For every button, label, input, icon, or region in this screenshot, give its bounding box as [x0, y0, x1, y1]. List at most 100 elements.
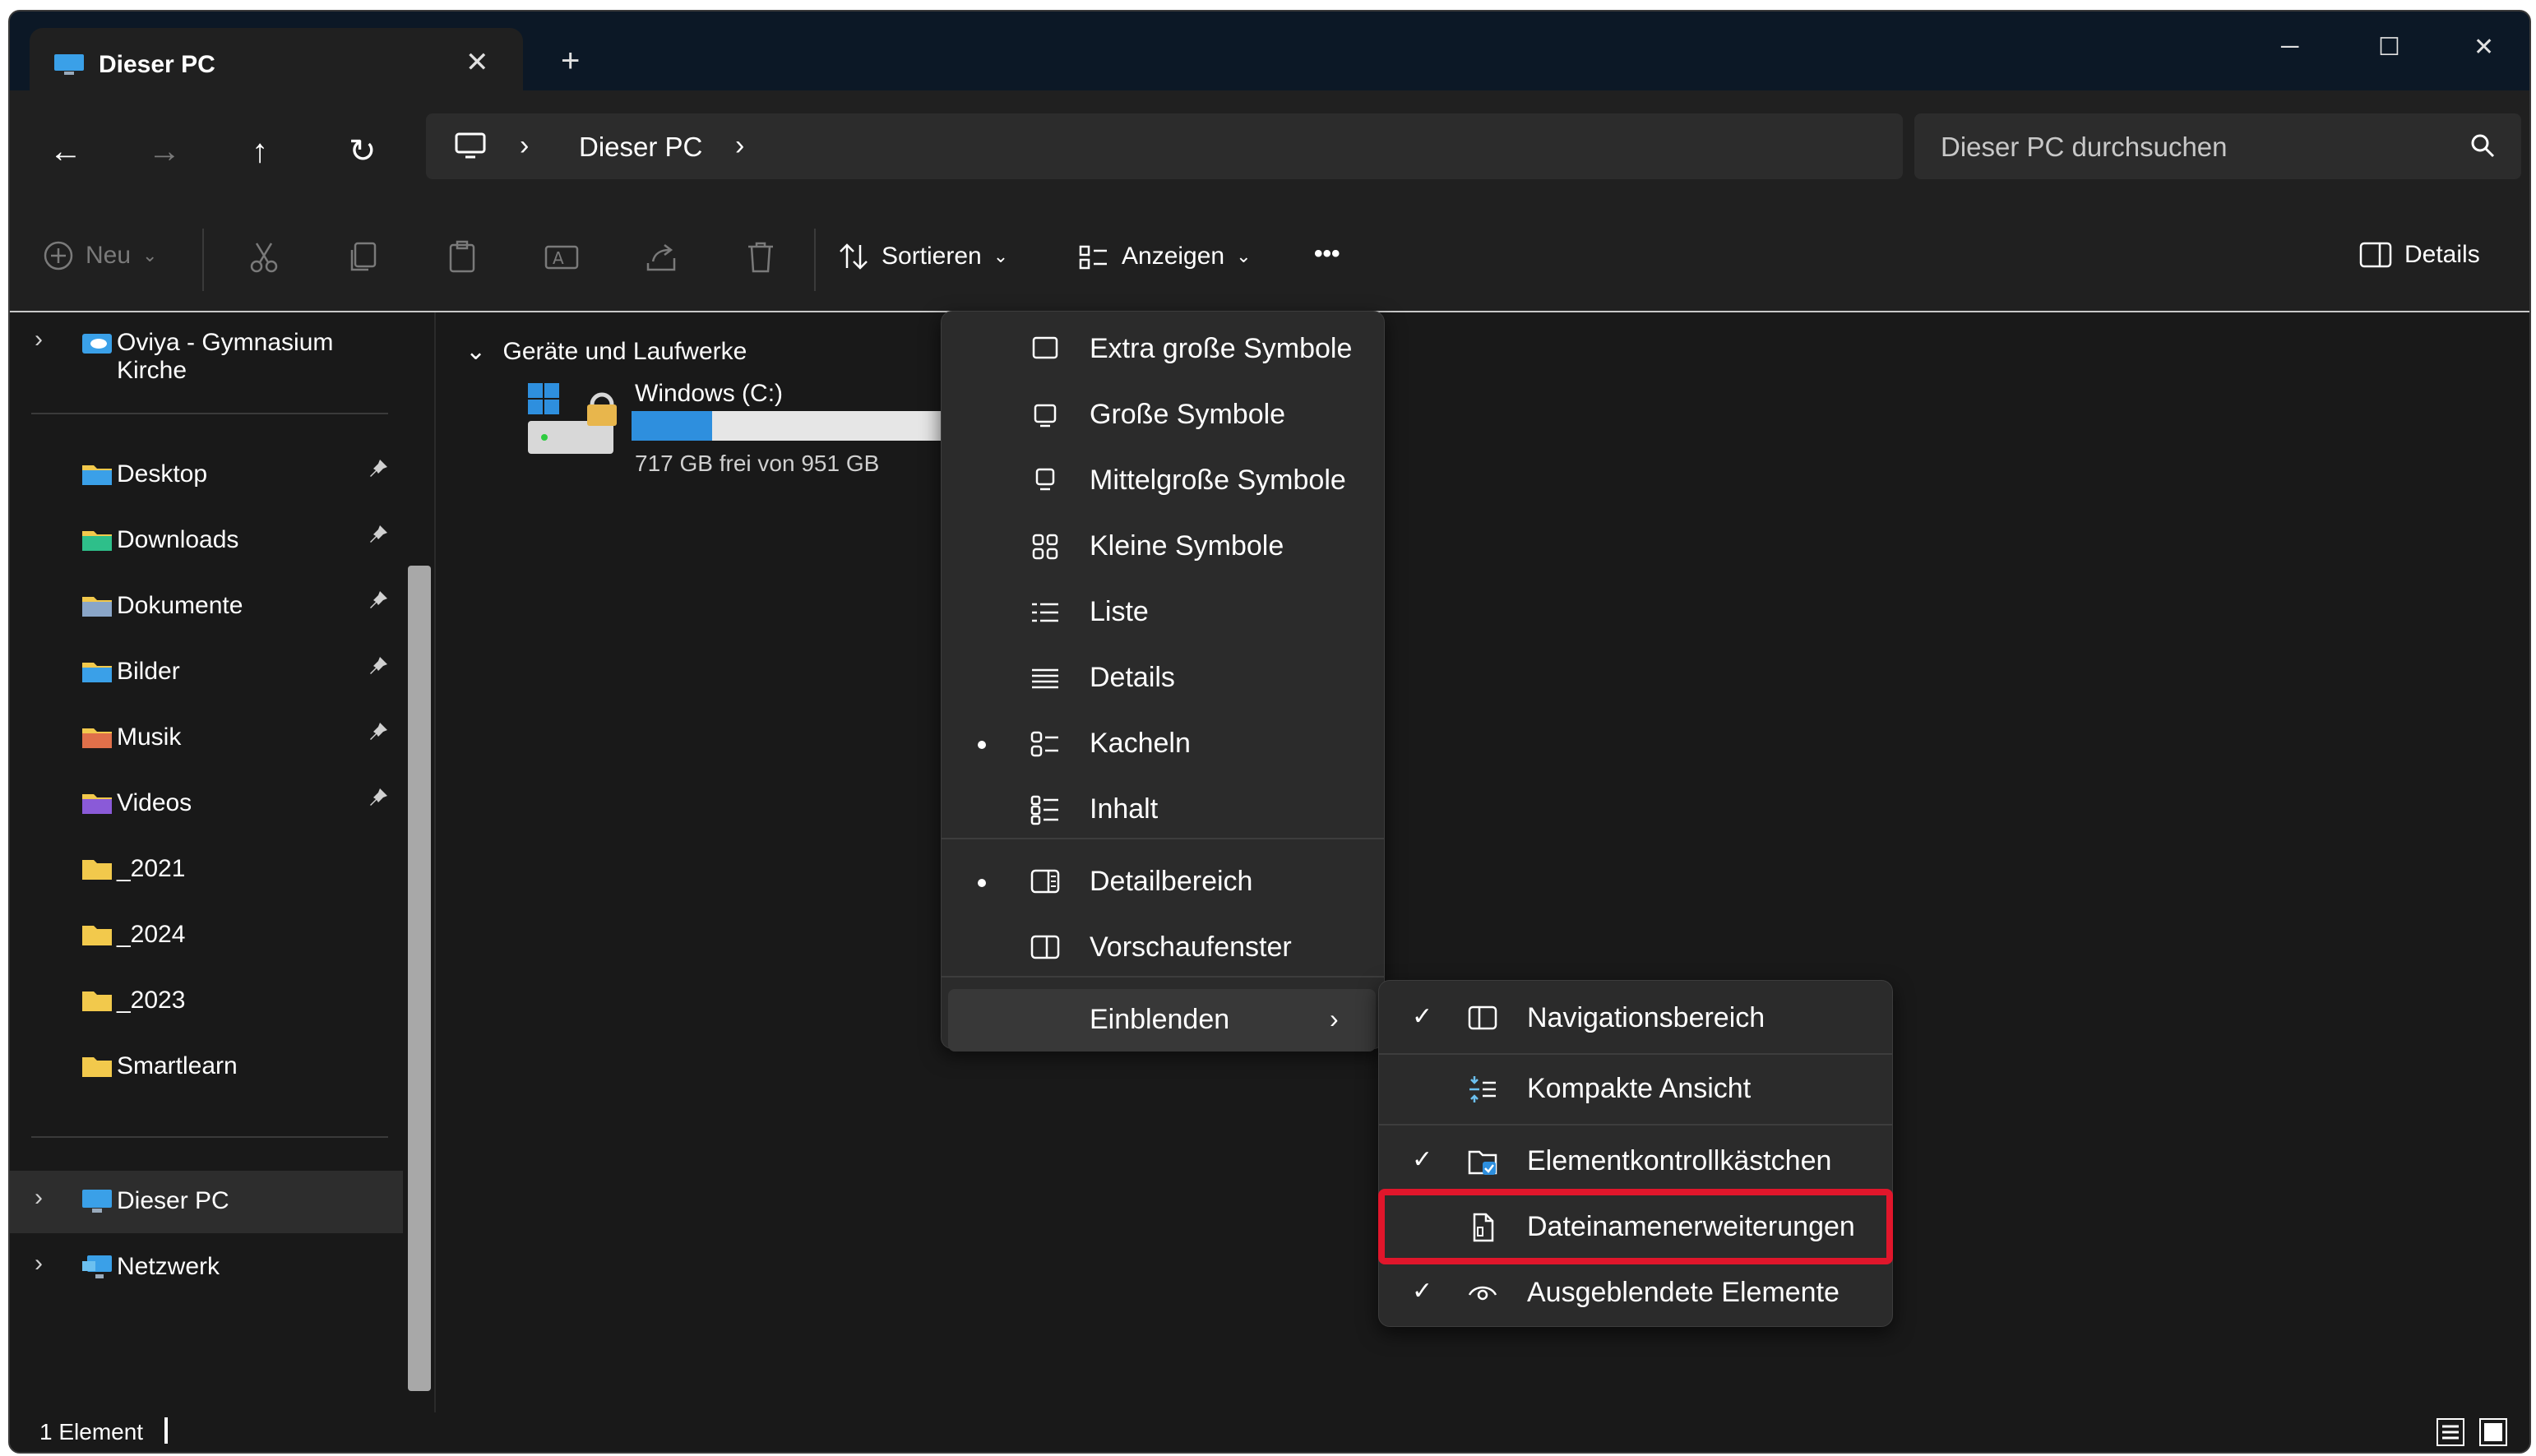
back-button[interactable]: ←: [49, 135, 82, 168]
submenu-item-ausgeblendete-elemente[interactable]: ✓ Ausgeblendete Elemente: [1379, 1262, 1892, 1324]
pane-divider[interactable]: [434, 312, 436, 1412]
refresh-button[interactable]: ↻: [349, 135, 377, 168]
details-view-icon[interactable]: [2436, 1417, 2465, 1447]
details-icon: [1029, 662, 1062, 695]
menu-item-kleine-symbole[interactable]: Kleine Symbole: [942, 515, 1384, 578]
sidebar-item-smartlearn[interactable]: Smartlearn: [10, 1036, 403, 1098]
submenu-item-kompakte-ansicht[interactable]: Kompakte Ansicht: [1379, 1058, 1892, 1121]
submenu-item-navigationsbereich[interactable]: ✓ Navigationsbereich: [1379, 987, 1892, 1050]
sidebar-item-label: Musik: [117, 723, 182, 751]
menu-item-details[interactable]: Details: [942, 647, 1384, 710]
expand-chevron-icon[interactable]: ›: [35, 326, 43, 354]
menu-item-inhalt[interactable]: Inhalt: [942, 779, 1384, 841]
new-button[interactable]: Neu ⌄: [43, 240, 157, 271]
view-button[interactable]: Anzeigen ⌄: [1077, 240, 1252, 273]
sidebar-item-downloads[interactable]: Downloads: [10, 510, 403, 572]
pin-icon[interactable]: [367, 589, 390, 612]
up-button[interactable]: ↑: [252, 135, 268, 168]
large-icons-view-icon[interactable]: [2478, 1417, 2508, 1447]
menu-item-label: Liste: [1090, 596, 1149, 627]
expand-chevron-icon[interactable]: ›: [35, 1250, 43, 1278]
new-label: Neu: [86, 242, 132, 269]
menu-item-gro-e-symbole[interactable]: Große Symbole: [942, 384, 1384, 446]
close-window-button[interactable]: ✕: [2474, 33, 2494, 62]
sidebar-item-label: Dokumente: [117, 592, 243, 619]
breadcrumb-dieser-pc[interactable]: Dieser PC: [579, 132, 702, 163]
submenu-item-label: Ausgeblendete Elemente: [1527, 1277, 1840, 1308]
submenu-item-elementkontrollk-stchen[interactable]: ✓ Elementkontrollkästchen: [1379, 1130, 1892, 1193]
menu-item-detailbereich[interactable]: Detailbereich: [942, 851, 1384, 913]
chevron-right-icon: ›: [1330, 1004, 1339, 1033]
menu-item-label: Inhalt: [1090, 793, 1159, 825]
menu-item-einblenden[interactable]: Einblenden ›: [948, 989, 1376, 1052]
menu-item-liste[interactable]: Liste: [942, 581, 1384, 644]
sidebar-item-label: Netzwerk: [117, 1253, 220, 1280]
item-checkbox-icon: [1466, 1145, 1499, 1178]
sidebar-divider: [31, 413, 388, 414]
minimize-button[interactable]: ─: [2281, 33, 2298, 61]
rename-icon[interactable]: A: [543, 238, 581, 276]
menu-item-extra-gro-e-symbole[interactable]: Extra große Symbole: [942, 318, 1384, 381]
delete-icon[interactable]: [742, 238, 780, 276]
folder-icon: [81, 921, 113, 949]
selected-bullet-icon: [978, 741, 986, 749]
paste-icon[interactable]: [444, 238, 482, 276]
chevron-down-icon: ⌄: [142, 245, 158, 266]
sidebar-item-dokumente[interactable]: Dokumente: [10, 575, 403, 638]
menu-item-label: Einblenden: [1090, 1004, 1230, 1035]
breadcrumb-chevron-icon[interactable]: ›: [735, 130, 744, 162]
sidebar-item-2024[interactable]: _2024: [10, 904, 403, 967]
pin-icon[interactable]: [367, 654, 390, 677]
menu-item-kacheln[interactable]: Kacheln: [942, 713, 1384, 775]
sidebar-item-videos[interactable]: Videos: [10, 773, 403, 835]
menu-item-mittelgro-e-symbole[interactable]: Mittelgroße Symbole: [942, 450, 1384, 512]
copy-icon[interactable]: [344, 238, 382, 276]
sidebar-item-2023[interactable]: _2023: [10, 970, 403, 1033]
search-input[interactable]: Dieser PC durchsuchen: [1914, 113, 2521, 179]
large-icons-icon: [1029, 399, 1062, 432]
tab-dieser-pc[interactable]: Dieser PC ✕: [30, 28, 523, 99]
maximize-button[interactable]: ☐: [2378, 33, 2400, 62]
sort-button[interactable]: Sortieren ⌄: [837, 240, 1008, 273]
pin-icon[interactable]: [367, 786, 390, 809]
address-field[interactable]: › Dieser PC ›: [426, 113, 1903, 179]
sidebar-item-label: Smartlearn: [117, 1052, 238, 1079]
close-tab-icon[interactable]: ✕: [465, 46, 489, 79]
sidebar-item-desktop[interactable]: Desktop: [10, 444, 403, 506]
menu-divider: [1379, 1124, 1892, 1126]
content-icon: [1029, 793, 1062, 826]
sidebar-item-netzwerk[interactable]: › Netzwerk: [10, 1236, 403, 1299]
monitor-icon: [81, 1187, 113, 1215]
sidebar-item-bilder[interactable]: Bilder: [10, 641, 403, 704]
search-icon[interactable]: [2469, 132, 2497, 159]
breadcrumb-chevron-icon[interactable]: ›: [520, 130, 529, 162]
list-icon: [1029, 596, 1062, 629]
sidebar-scrollbar[interactable]: [408, 566, 431, 1391]
forward-button[interactable]: →: [148, 135, 181, 168]
expand-chevron-icon[interactable]: ›: [35, 1184, 43, 1212]
sort-label: Sortieren: [882, 243, 982, 270]
drive-item-c[interactable]: Windows (C:) 717 GB frei von 951 GB: [525, 380, 969, 495]
folder-icon: [81, 855, 113, 883]
new-tab-button[interactable]: +: [561, 44, 580, 77]
menu-item-label: Extra große Symbole: [1090, 333, 1353, 364]
more-options-button[interactable]: •••: [1314, 240, 1340, 268]
cut-icon[interactable]: [245, 238, 283, 276]
group-header-label: Geräte und Laufwerke: [502, 338, 747, 365]
selected-bullet-icon: [978, 879, 986, 887]
sidebar-item-label: Downloads: [117, 526, 239, 553]
menu-divider: [942, 976, 1384, 978]
pin-icon[interactable]: [367, 523, 390, 546]
share-icon[interactable]: [643, 238, 681, 276]
sidebar-item-onedrive[interactable]: › Oviya - Gymnasium Kirche: [10, 312, 403, 384]
downloads-folder-icon: [81, 526, 113, 554]
sidebar-item-dieser-pc[interactable]: › Dieser PC: [10, 1171, 403, 1233]
group-header-devices[interactable]: ⌄ Geräte und Laufwerke: [465, 337, 747, 366]
submenu-item-label: Kompakte Ansicht: [1527, 1073, 1752, 1104]
sidebar-item-musik[interactable]: Musik: [10, 707, 403, 770]
pin-icon[interactable]: [367, 457, 390, 480]
details-pane-button[interactable]: Details: [2358, 240, 2480, 270]
sidebar-item-2021[interactable]: _2021: [10, 839, 403, 901]
pin-icon[interactable]: [367, 720, 390, 743]
menu-item-vorschaufenster[interactable]: Vorschaufenster: [942, 917, 1384, 979]
